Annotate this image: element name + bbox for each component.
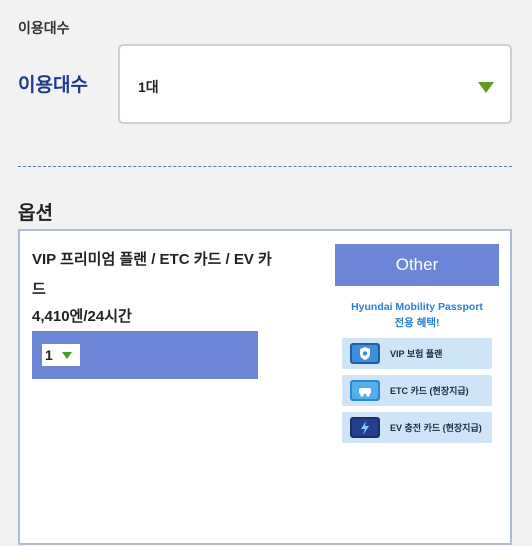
promo-item-vip[interactable]: VIP 보험 플랜 [342,338,492,369]
quantity-value: 1 [45,347,53,363]
ev-charge-card-icon [350,417,380,438]
count-select-value: 1대 [138,79,159,95]
quantity-bar: 1 [32,331,258,379]
promo-item-label: VIP 보험 플랜 [390,349,443,359]
promo-item-etc[interactable]: ETC 카드 (현장지급) [342,375,492,406]
count-select[interactable]: 1대 [118,44,512,124]
car-card-icon [350,380,380,401]
count-field-label: 이용대수 [18,75,88,96]
options-title: 옵션 [18,203,53,224]
shield-card-icon [350,343,380,364]
option-name: VIP 프리미엄 플랜 / ETC 카드 / EV 카드 [32,251,272,298]
option-price: 4,410엔/24시간 [32,308,132,325]
promo-title: Hyundai Mobility Passport 전용 혜택! [335,299,499,331]
promo-item-ev[interactable]: EV 충전 카드 (현장지급) [342,412,492,443]
quantity-dropdown-arrow-icon [62,352,72,359]
other-button[interactable]: Other [335,244,499,286]
quantity-select[interactable]: 1 [42,344,80,366]
option-card: VIP 프리미엄 플랜 / ETC 카드 / EV 카드 4,410엔/24시간… [18,229,512,545]
section-divider [18,166,512,167]
count-section-heading: 이용대수 [18,20,70,36]
promo-item-label: ETC 카드 (현장지급) [390,386,469,396]
promo-item-label: EV 충전 카드 (현장지급) [390,423,482,433]
dropdown-arrow-icon [478,82,494,93]
promo-title-text: Hyundai Mobility Passport 전용 혜택! [351,301,483,329]
